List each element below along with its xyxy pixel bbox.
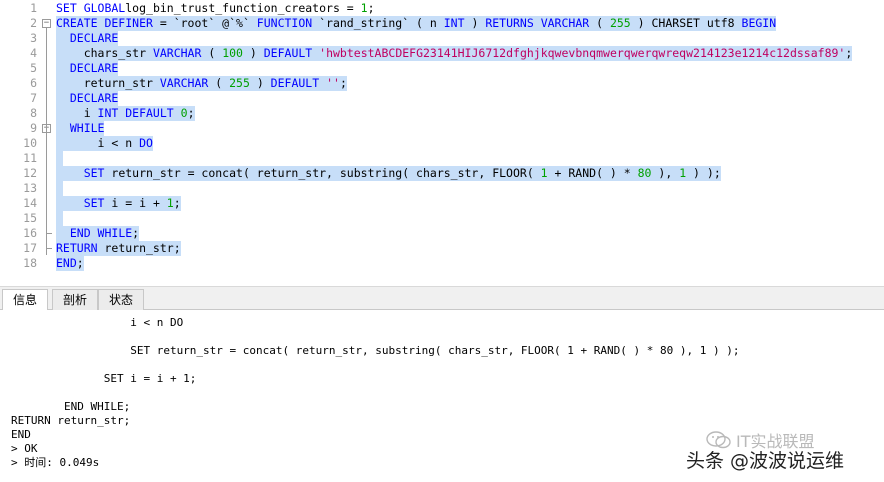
line-number: 15 bbox=[23, 211, 37, 225]
editor-line: 17 RETURN return_str; bbox=[0, 241, 884, 256]
code-text: END WHILE; bbox=[56, 226, 140, 241]
code-text: DECLARE bbox=[56, 91, 119, 106]
output-line: SET i = i + 1; bbox=[11, 372, 197, 385]
line-number: 3 bbox=[30, 31, 37, 45]
sql-editor[interactable]: 1 SET GLOBALlog_bin_trust_function_creato… bbox=[0, 0, 884, 283]
line-number: 16 bbox=[23, 226, 37, 240]
output-line: > OK bbox=[11, 442, 38, 455]
code-text: SET i = i + 1; bbox=[56, 196, 181, 211]
tab-info[interactable]: 信息 bbox=[2, 289, 49, 312]
code-text: chars_str VARCHAR ( 100 ) DEFAULT 'hwbte… bbox=[56, 46, 853, 61]
editor-line: 11 bbox=[0, 151, 884, 166]
editor-line: 12 SET return_str = concat( return_str, … bbox=[0, 166, 884, 181]
editor-line: 5 DECLARE bbox=[0, 61, 884, 76]
editor-line: 1 SET GLOBALlog_bin_trust_function_creato… bbox=[0, 1, 884, 16]
fold-guide bbox=[46, 28, 47, 255]
line-number: 14 bbox=[23, 196, 37, 210]
editor-line: 9− WHILE bbox=[0, 121, 884, 136]
code-text: SET return_str = concat( return_str, sub… bbox=[56, 166, 721, 181]
code-text: return_str VARCHAR ( 255 ) DEFAULT ''; bbox=[56, 76, 347, 91]
fold-guide-end bbox=[46, 248, 52, 249]
code-text bbox=[56, 211, 63, 226]
code-text: i < n DO bbox=[56, 136, 153, 151]
output-line: SET return_str = concat( return_str, sub… bbox=[11, 344, 740, 357]
editor-line: 13 bbox=[0, 181, 884, 196]
line-number: 4 bbox=[30, 46, 37, 60]
code-text: DECLARE bbox=[56, 31, 119, 46]
line-number: 2 bbox=[30, 16, 37, 30]
line-number: 12 bbox=[23, 166, 37, 180]
line-number: 1 bbox=[30, 1, 37, 15]
line-number: 13 bbox=[23, 181, 37, 195]
watermark-author: 头条 @波波说运维 bbox=[686, 450, 845, 472]
code-text: i INT DEFAULT 0; bbox=[56, 106, 195, 121]
line-number: 17 bbox=[23, 241, 37, 255]
code-text: RETURN return_str; bbox=[56, 241, 181, 256]
line-number: 9 bbox=[30, 121, 37, 135]
editor-line: 3 DECLARE bbox=[0, 31, 884, 46]
code-text: SET GLOBALlog_bin_trust_function_creator… bbox=[56, 1, 375, 15]
code-text: DECLARE bbox=[56, 61, 119, 76]
output-line: RETURN return_str; bbox=[11, 414, 131, 427]
editor-line: 4 chars_str VARCHAR ( 100 ) DEFAULT 'hwb… bbox=[0, 46, 884, 61]
output-line: > 时间: 0.049s bbox=[11, 456, 100, 469]
editor-line: 7 DECLARE bbox=[0, 91, 884, 106]
line-number: 18 bbox=[23, 256, 37, 270]
line-number: 7 bbox=[30, 91, 37, 105]
line-number: 8 bbox=[30, 106, 37, 120]
editor-line: 15 bbox=[0, 211, 884, 226]
editor-line: 2− CREATE DEFINER = `root` @`%` FUNCTION … bbox=[0, 16, 884, 31]
editor-line: 10 i < n DO bbox=[0, 136, 884, 151]
editor-line: 18 END; bbox=[0, 256, 884, 271]
code-text bbox=[56, 181, 63, 196]
line-number: 11 bbox=[23, 151, 37, 165]
result-tabs: 信息 剖析 状态 bbox=[0, 286, 884, 312]
fold-guide-end bbox=[46, 233, 52, 234]
editor-line: 8 i INT DEFAULT 0; bbox=[0, 106, 884, 121]
tab-status[interactable]: 状态 bbox=[98, 289, 145, 311]
editor-line: 6 return_str VARCHAR ( 255 ) DEFAULT ''; bbox=[0, 76, 884, 91]
fold-toggle-icon[interactable]: − bbox=[42, 19, 51, 28]
line-number: 10 bbox=[23, 136, 37, 150]
code-text: WHILE bbox=[56, 121, 105, 136]
output-line: END WHILE; bbox=[11, 400, 131, 413]
code-text: END; bbox=[56, 256, 84, 271]
output-line: END bbox=[11, 428, 31, 441]
line-number: 6 bbox=[30, 76, 37, 90]
code-text bbox=[56, 151, 63, 166]
code-text: CREATE DEFINER = `root` @`%` FUNCTION `r… bbox=[56, 16, 777, 31]
tab-profile[interactable]: 剖析 bbox=[52, 289, 99, 311]
output-line: i < n DO bbox=[11, 316, 184, 329]
line-number: 5 bbox=[30, 61, 37, 75]
editor-line: 14 SET i = i + 1; bbox=[0, 196, 884, 211]
editor-line: 16 END WHILE; bbox=[0, 226, 884, 241]
